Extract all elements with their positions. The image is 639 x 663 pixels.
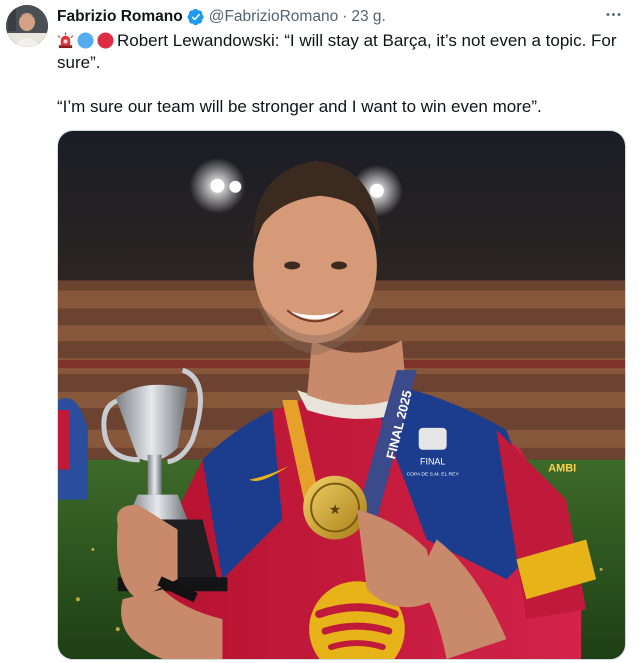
tweet-timestamp[interactable]: 23 g. (351, 8, 385, 26)
header-separator: · (342, 8, 348, 25)
tweet-header: Fabrizio Romano @FabrizioRomano · 23 g. (57, 6, 639, 28)
tweet-text: Robert Lewandowski: “I will stay at Barç… (57, 30, 629, 118)
verified-badge-icon (187, 8, 205, 26)
tweet[interactable]: Fabrizio Romano @FabrizioRomano · 23 g. (0, 0, 639, 663)
sleeve-text: AMBI (548, 463, 576, 475)
author-name[interactable]: Fabrizio Romano (57, 8, 183, 26)
svg-text:★: ★ (330, 503, 341, 517)
rotating-light-icon (57, 32, 74, 49)
tweet-photo[interactable]: ★ FINAL COPA DE S.M. EL REY FINAL 2025 A… (57, 130, 626, 660)
red-circle-icon (97, 32, 114, 49)
svg-text:FINAL: FINAL (420, 457, 445, 467)
blue-circle-icon (77, 32, 94, 49)
more-options-icon[interactable] (601, 2, 625, 26)
tweet-paragraph-2: “I’m sure our team will be stronger and … (57, 97, 542, 116)
photo-illustration: ★ FINAL COPA DE S.M. EL REY FINAL 2025 A… (58, 131, 625, 659)
tweet-line-1: Robert Lewandowski: “I will stay at Barç… (57, 31, 617, 72)
svg-text:COPA DE S.M. EL REY: COPA DE S.M. EL REY (407, 472, 460, 478)
author-handle[interactable]: @FabrizioRomano (209, 8, 338, 26)
avatar[interactable] (6, 5, 48, 47)
tweet-paragraph-1: Robert Lewandowski: “I will stay at Barç… (57, 30, 629, 74)
